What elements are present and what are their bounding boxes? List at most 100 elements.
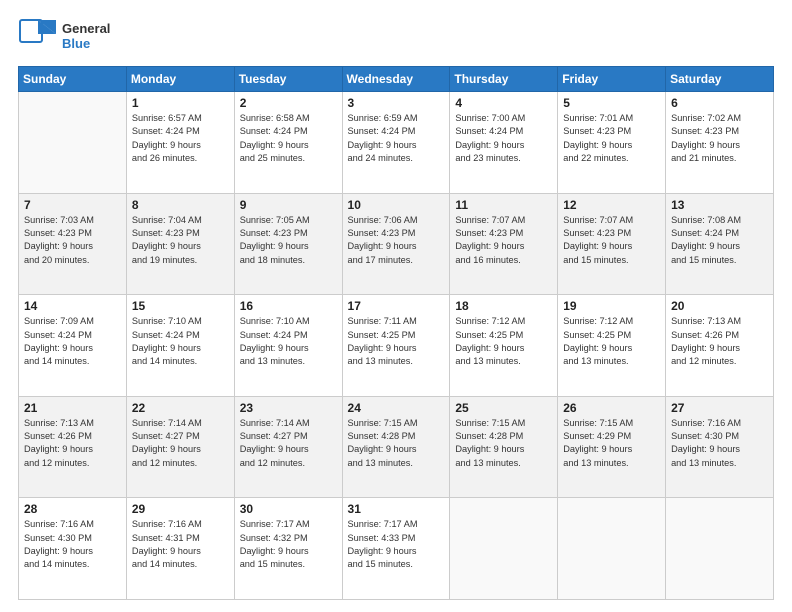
day-info: Sunrise: 7:08 AM Sunset: 4:24 PM Dayligh… [671, 214, 768, 267]
calendar-row-4: 28 Sunrise: 7:16 AM Sunset: 4:30 PM Dayli… [19, 498, 774, 600]
day-number: 28 [24, 502, 121, 516]
calendar-cell: 7 Sunrise: 7:03 AM Sunset: 4:23 PM Daylig… [19, 193, 127, 295]
day-info: Sunrise: 7:11 AM Sunset: 4:25 PM Dayligh… [348, 315, 445, 368]
day-info: Sunrise: 6:57 AM Sunset: 4:24 PM Dayligh… [132, 112, 229, 165]
day-info: Sunrise: 7:07 AM Sunset: 4:23 PM Dayligh… [455, 214, 552, 267]
day-info: Sunrise: 7:14 AM Sunset: 4:27 PM Dayligh… [132, 417, 229, 470]
day-info: Sunrise: 7:13 AM Sunset: 4:26 PM Dayligh… [671, 315, 768, 368]
day-number: 29 [132, 502, 229, 516]
calendar-cell: 8 Sunrise: 7:04 AM Sunset: 4:23 PM Daylig… [126, 193, 234, 295]
day-number: 15 [132, 299, 229, 313]
calendar-cell: 31 Sunrise: 7:17 AM Sunset: 4:33 PM Dayli… [342, 498, 450, 600]
day-info: Sunrise: 7:12 AM Sunset: 4:25 PM Dayligh… [563, 315, 660, 368]
calendar-cell [666, 498, 774, 600]
day-number: 12 [563, 198, 660, 212]
day-info: Sunrise: 7:16 AM Sunset: 4:30 PM Dayligh… [671, 417, 768, 470]
day-number: 1 [132, 96, 229, 110]
day-number: 10 [348, 198, 445, 212]
calendar-cell: 4 Sunrise: 7:00 AM Sunset: 4:24 PM Daylig… [450, 92, 558, 194]
logo-blue: Blue [62, 37, 110, 52]
day-info: Sunrise: 7:10 AM Sunset: 4:24 PM Dayligh… [240, 315, 337, 368]
day-info: Sunrise: 7:14 AM Sunset: 4:27 PM Dayligh… [240, 417, 337, 470]
calendar-cell: 3Sunrise: 6:59 AM Sunset: 4:24 PM Daylig… [342, 92, 450, 194]
day-info: Sunrise: 7:12 AM Sunset: 4:25 PM Dayligh… [455, 315, 552, 368]
calendar-cell: 2 Sunrise: 6:58 AM Sunset: 4:24 PM Daylig… [234, 92, 342, 194]
day-number: 9 [240, 198, 337, 212]
day-info: Sunrise: 6:59 AM Sunset: 4:24 PM Dayligh… [348, 112, 445, 165]
logo-text-block: GeneralBlue [62, 22, 110, 52]
day-info: Sunrise: 6:58 AM Sunset: 4:24 PM Dayligh… [240, 112, 337, 165]
calendar-cell: 14 Sunrise: 7:09 AM Sunset: 4:24 PM Dayli… [19, 295, 127, 397]
weekday-header-row: SundayMondayTuesdayWednesdayThursdayFrid… [19, 67, 774, 92]
day-info: Sunrise: 7:15 AM Sunset: 4:28 PM Dayligh… [455, 417, 552, 470]
calendar-cell: 10 Sunrise: 7:06 AM Sunset: 4:23 PM Dayli… [342, 193, 450, 295]
day-info: Sunrise: 7:10 AM Sunset: 4:24 PM Dayligh… [132, 315, 229, 368]
day-info: Sunrise: 7:09 AM Sunset: 4:24 PM Dayligh… [24, 315, 121, 368]
day-info: Sunrise: 7:02 AM Sunset: 4:23 PM Dayligh… [671, 112, 768, 165]
calendar-cell: 27 Sunrise: 7:16 AM Sunset: 4:30 PM Dayli… [666, 396, 774, 498]
day-info: Sunrise: 7:05 AM Sunset: 4:23 PM Dayligh… [240, 214, 337, 267]
day-number: 31 [348, 502, 445, 516]
calendar-cell: 11Sunrise: 7:07 AM Sunset: 4:23 PM Dayli… [450, 193, 558, 295]
day-number: 7 [24, 198, 121, 212]
day-number: 27 [671, 401, 768, 415]
calendar-cell: 9 Sunrise: 7:05 AM Sunset: 4:23 PM Daylig… [234, 193, 342, 295]
weekday-header-wednesday: Wednesday [342, 67, 450, 92]
calendar-cell: 13 Sunrise: 7:08 AM Sunset: 4:24 PM Dayli… [666, 193, 774, 295]
calendar-row-1: 7 Sunrise: 7:03 AM Sunset: 4:23 PM Daylig… [19, 193, 774, 295]
calendar-cell [558, 498, 666, 600]
logo-general: General [62, 22, 110, 37]
day-info: Sunrise: 7:16 AM Sunset: 4:31 PM Dayligh… [132, 518, 229, 571]
calendar-cell: 22Sunrise: 7:14 AM Sunset: 4:27 PM Dayli… [126, 396, 234, 498]
calendar-cell: 30 Sunrise: 7:17 AM Sunset: 4:32 PM Dayli… [234, 498, 342, 600]
calendar-cell: 23 Sunrise: 7:14 AM Sunset: 4:27 PM Dayli… [234, 396, 342, 498]
day-number: 30 [240, 502, 337, 516]
day-info: Sunrise: 7:13 AM Sunset: 4:26 PM Dayligh… [24, 417, 121, 470]
weekday-header-tuesday: Tuesday [234, 67, 342, 92]
calendar-cell: 25Sunrise: 7:15 AM Sunset: 4:28 PM Dayli… [450, 396, 558, 498]
weekday-header-friday: Friday [558, 67, 666, 92]
day-number: 4 [455, 96, 552, 110]
day-number: 14 [24, 299, 121, 313]
calendar-cell: 5 Sunrise: 7:01 AM Sunset: 4:23 PM Daylig… [558, 92, 666, 194]
day-number: 2 [240, 96, 337, 110]
day-number: 23 [240, 401, 337, 415]
day-info: Sunrise: 7:01 AM Sunset: 4:23 PM Dayligh… [563, 112, 660, 165]
calendar-cell: 29 Sunrise: 7:16 AM Sunset: 4:31 PM Dayli… [126, 498, 234, 600]
day-number: 5 [563, 96, 660, 110]
day-number: 17 [348, 299, 445, 313]
calendar-cell: 16 Sunrise: 7:10 AM Sunset: 4:24 PM Dayli… [234, 295, 342, 397]
day-info: Sunrise: 7:07 AM Sunset: 4:23 PM Dayligh… [563, 214, 660, 267]
page: GeneralBlue SundayMondayTuesdayWednesday… [0, 0, 792, 612]
day-number: 20 [671, 299, 768, 313]
day-number: 13 [671, 198, 768, 212]
day-info: Sunrise: 7:04 AM Sunset: 4:23 PM Dayligh… [132, 214, 229, 267]
weekday-header-saturday: Saturday [666, 67, 774, 92]
weekday-header-monday: Monday [126, 67, 234, 92]
calendar-row-0: 1 Sunrise: 6:57 AM Sunset: 4:24 PM Daylig… [19, 92, 774, 194]
calendar-cell [19, 92, 127, 194]
weekday-header-sunday: Sunday [19, 67, 127, 92]
day-info: Sunrise: 7:03 AM Sunset: 4:23 PM Dayligh… [24, 214, 121, 267]
day-number: 8 [132, 198, 229, 212]
day-info: Sunrise: 7:17 AM Sunset: 4:32 PM Dayligh… [240, 518, 337, 571]
calendar-cell: 21Sunrise: 7:13 AM Sunset: 4:26 PM Dayli… [19, 396, 127, 498]
calendar-cell: 6Sunrise: 7:02 AM Sunset: 4:23 PM Daylig… [666, 92, 774, 194]
day-number: 16 [240, 299, 337, 313]
calendar-row-3: 21Sunrise: 7:13 AM Sunset: 4:26 PM Dayli… [19, 396, 774, 498]
calendar-cell: 28 Sunrise: 7:16 AM Sunset: 4:30 PM Dayli… [19, 498, 127, 600]
day-info: Sunrise: 7:16 AM Sunset: 4:30 PM Dayligh… [24, 518, 121, 571]
day-number: 18 [455, 299, 552, 313]
day-info: Sunrise: 7:00 AM Sunset: 4:24 PM Dayligh… [455, 112, 552, 165]
calendar-cell: 20 Sunrise: 7:13 AM Sunset: 4:26 PM Dayli… [666, 295, 774, 397]
calendar-row-2: 14 Sunrise: 7:09 AM Sunset: 4:24 PM Dayli… [19, 295, 774, 397]
calendar-cell: 18 Sunrise: 7:12 AM Sunset: 4:25 PM Dayli… [450, 295, 558, 397]
day-info: Sunrise: 7:17 AM Sunset: 4:33 PM Dayligh… [348, 518, 445, 571]
calendar-cell: 1 Sunrise: 6:57 AM Sunset: 4:24 PM Daylig… [126, 92, 234, 194]
day-info: Sunrise: 7:06 AM Sunset: 4:23 PM Dayligh… [348, 214, 445, 267]
logo: GeneralBlue [18, 18, 110, 56]
day-number: 19 [563, 299, 660, 313]
day-info: Sunrise: 7:15 AM Sunset: 4:28 PM Dayligh… [348, 417, 445, 470]
calendar-cell: 24Sunrise: 7:15 AM Sunset: 4:28 PM Dayli… [342, 396, 450, 498]
header: GeneralBlue [18, 18, 774, 56]
